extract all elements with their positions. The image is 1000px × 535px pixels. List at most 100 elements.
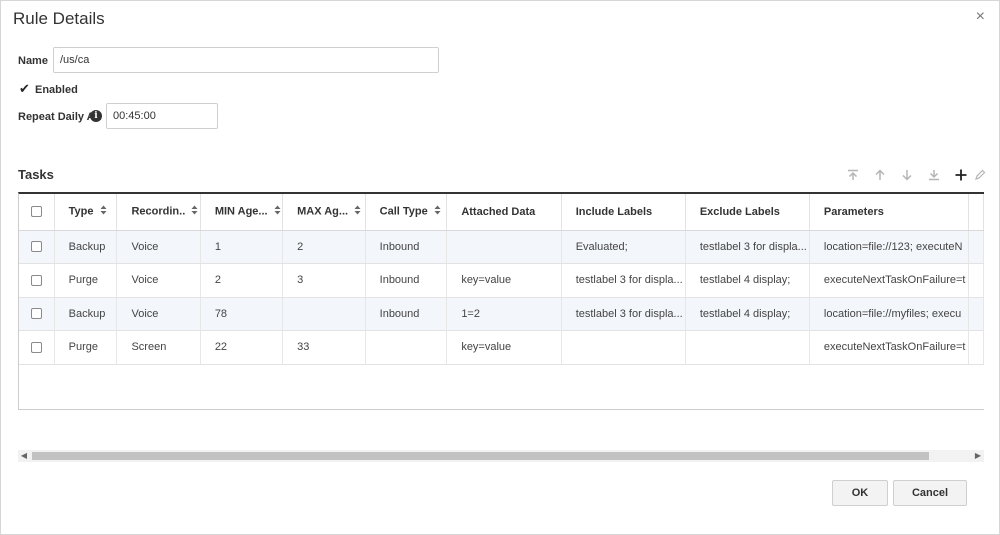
enabled-label: Enabled (35, 84, 78, 96)
scrollbar-thumb[interactable] (32, 452, 929, 460)
column-header-label: Parameters (823, 205, 884, 218)
table-cell: Backup (54, 230, 118, 264)
column-header[interactable]: Exclude Labels (685, 194, 810, 231)
column-header[interactable]: MIN Age... (200, 194, 284, 231)
column-header-label: Attached Data (461, 205, 536, 218)
tasks-toolbar (839, 166, 994, 184)
table-cell: Screen (116, 330, 201, 365)
table-cell (365, 330, 448, 365)
sort-icon[interactable] (354, 205, 361, 218)
tasks-grid: Type Recordin.. MIN Age... MAX Ag... Call Ty… (18, 192, 984, 410)
table-cell: Evaluated; (561, 230, 686, 264)
row-select-cell (19, 263, 55, 298)
move-down-icon[interactable] (893, 166, 920, 184)
scroll-right-icon[interactable]: ▶ (972, 450, 984, 462)
table-cell: 1 (200, 230, 284, 264)
table-cell: Inbound (365, 230, 448, 264)
table-cell: Inbound (365, 297, 448, 331)
sort-icon[interactable] (434, 205, 441, 218)
filler-cell (968, 330, 984, 365)
column-header[interactable]: Recordin.. (116, 194, 201, 231)
table-cell (561, 330, 686, 365)
column-header-label: Include Labels (575, 205, 653, 218)
table-row[interactable]: Purge Screen 22 33 key=value executeNextTaskO… (19, 330, 984, 365)
info-icon[interactable]: i (90, 110, 102, 122)
table-cell: testlabel 3 for displa... (685, 230, 810, 264)
column-header-label: MAX Ag... (297, 205, 349, 218)
row-select-cell (19, 297, 55, 331)
sort-icon[interactable] (100, 205, 107, 218)
table-cell: 2 (200, 263, 284, 298)
close-icon[interactable]: × (976, 9, 985, 25)
filler-cell (968, 297, 984, 331)
select-all-checkbox[interactable] (30, 206, 42, 218)
pencil-icon[interactable] (974, 166, 994, 184)
table-cell: Voice (116, 230, 201, 264)
filler-cell (968, 194, 984, 231)
table-cell: executeNextTaskOnFailure=t (809, 330, 970, 365)
row-checkbox[interactable] (30, 274, 42, 286)
table-row[interactable]: Purge Voice 2 3 Inbound key=value testlabel 3 … (19, 263, 984, 298)
table-cell: Purge (54, 263, 118, 298)
move-to-top-icon[interactable] (839, 166, 866, 184)
enabled-checkbox[interactable]: ✔ (19, 82, 31, 95)
move-to-bottom-icon[interactable] (920, 166, 947, 184)
row-checkbox[interactable] (30, 341, 42, 353)
table-cell: executeNextTaskOnFailure=t (809, 263, 970, 298)
column-header[interactable]: MAX Ag... (282, 194, 366, 231)
table-cell: key=value (446, 263, 562, 298)
horizontal-scrollbar[interactable]: ◀ ▶ (18, 450, 984, 462)
cancel-button[interactable]: Cancel (893, 480, 967, 506)
tasks-title: Tasks (18, 167, 54, 182)
column-header[interactable]: Parameters (809, 194, 970, 231)
rule-details-dialog: Rule Details × Name ✔ Enabled Repeat Dai… (0, 0, 1000, 535)
table-cell (685, 330, 810, 365)
scroll-left-icon[interactable]: ◀ (18, 450, 30, 462)
table-cell: Voice (116, 263, 201, 298)
table-body: Backup Voice 1 2 Inbound Evaluated; testlabel … (19, 230, 984, 365)
table-cell: testlabel 4 display; (685, 263, 810, 298)
table-cell: location=file://123; executeN (809, 230, 970, 264)
column-header[interactable]: Call Type (365, 194, 448, 231)
column-header[interactable]: Include Labels (561, 194, 686, 231)
table-header-row: Type Recordin.. MIN Age... MAX Ag... Call Ty… (19, 194, 984, 231)
sort-icon[interactable] (191, 205, 198, 218)
ok-button[interactable]: OK (832, 480, 888, 506)
row-checkbox[interactable] (30, 241, 42, 253)
filler-cell (968, 230, 984, 264)
table-cell: Voice (116, 297, 201, 331)
table-cell: Inbound (365, 263, 448, 298)
table-cell: testlabel 3 for displa... (561, 263, 686, 298)
sort-icon[interactable] (274, 205, 281, 218)
table-row[interactable]: Backup Voice 78 Inbound 1=2 testlabel 3 for d… (19, 297, 984, 331)
table-row[interactable]: Backup Voice 1 2 Inbound Evaluated; testlabel … (19, 230, 984, 264)
repeat-time-input[interactable] (106, 103, 218, 129)
table-cell (446, 230, 562, 264)
move-up-icon[interactable] (866, 166, 893, 184)
table-cell: 33 (282, 330, 366, 365)
column-header[interactable]: Attached Data (446, 194, 562, 231)
row-select-cell (19, 230, 55, 264)
row-select-cell (19, 330, 55, 365)
table-cell: key=value (446, 330, 562, 365)
table-cell: 3 (282, 263, 366, 298)
name-input[interactable] (53, 47, 439, 73)
filler-cell (968, 263, 984, 298)
table-cell (282, 297, 366, 331)
column-header-label: MIN Age... (214, 205, 268, 218)
table-cell: Backup (54, 297, 118, 331)
plus-icon[interactable] (947, 166, 974, 184)
table-cell: 2 (282, 230, 366, 264)
table-cell: Purge (54, 330, 118, 365)
row-checkbox[interactable] (30, 308, 42, 320)
column-header[interactable]: Type (54, 194, 118, 231)
select-all-cell (19, 194, 55, 231)
table-cell: location=file://myfiles; execu (809, 297, 970, 331)
table-cell: 1=2 (446, 297, 562, 331)
table-cell: 78 (200, 297, 284, 331)
column-header-label: Call Type (379, 205, 428, 218)
table-cell: 22 (200, 330, 284, 365)
name-label: Name (18, 55, 48, 67)
column-header-label: Exclude Labels (699, 205, 780, 218)
table-cell: testlabel 4 display; (685, 297, 810, 331)
